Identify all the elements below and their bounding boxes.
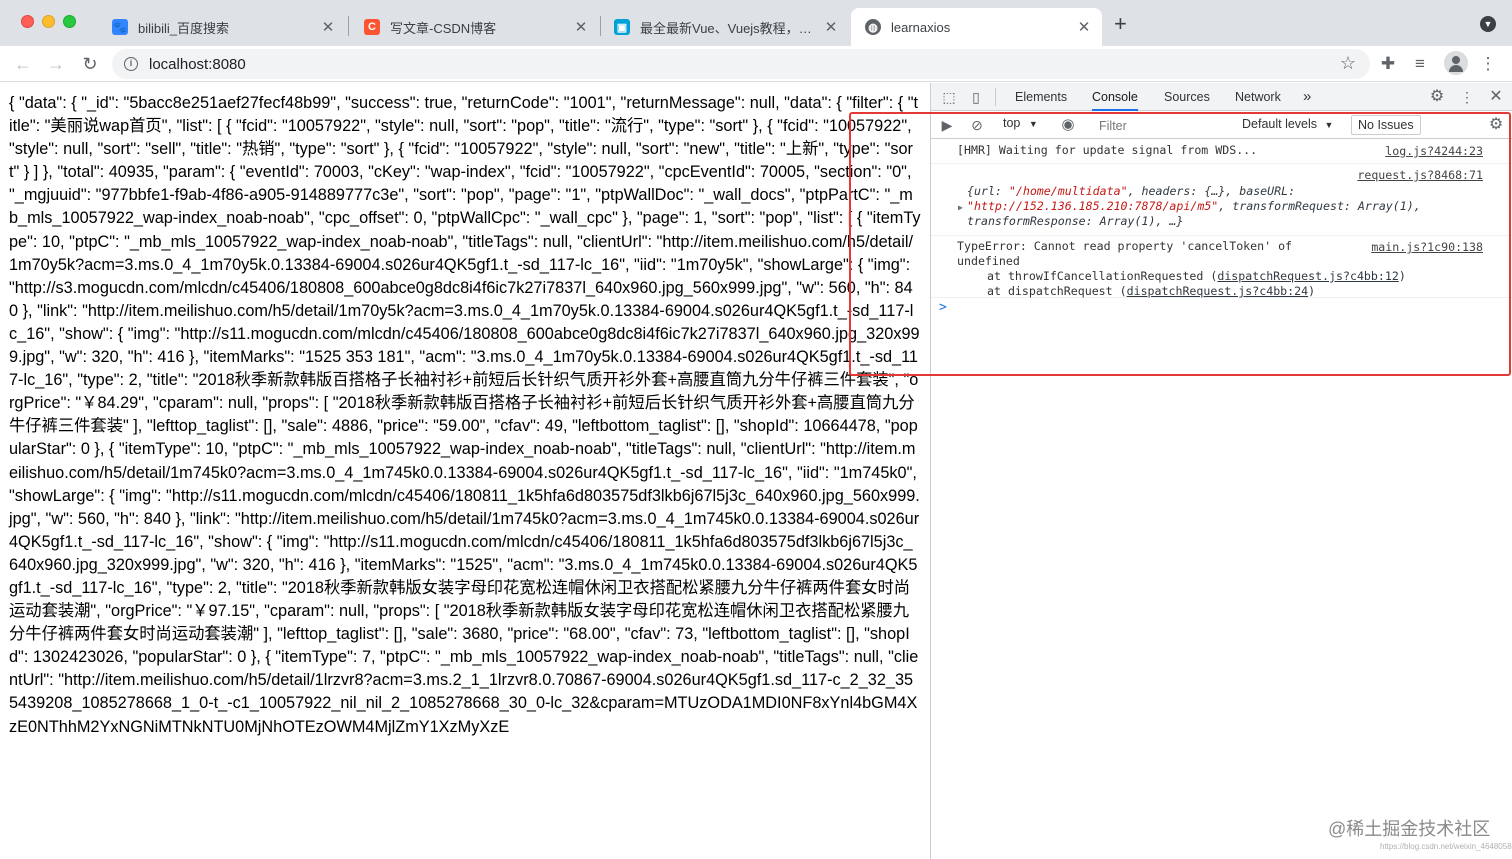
watermark-text: @稀土掘金技术社区 (1328, 819, 1491, 839)
stack-frame-text: at throwIfCancellationRequested ( (987, 269, 1218, 283)
tab-elements[interactable]: Elements (1015, 83, 1067, 111)
stack-frame-text: at dispatchRequest ( (987, 284, 1127, 298)
tab-console[interactable]: Console (1092, 83, 1138, 111)
stack-frame-2: at dispatchRequest (dispatchRequest.js?c… (987, 284, 1315, 299)
close-icon[interactable]: ✕ (320, 18, 336, 36)
watermark-subtext: https://blog.csdn.net/weixin_46480580 (1380, 842, 1512, 851)
console-toolbar: ▶ ⊘ top ▼ ◉ Default levels ▼ No Issues ⚙ (931, 112, 1512, 139)
tab-sources[interactable]: Sources (1164, 83, 1210, 111)
address-bar[interactable]: i localhost:8080 ☆ (112, 49, 1370, 79)
stack-close-paren: ) (1308, 284, 1316, 298)
console-object-preview[interactable]: {url: "/home/multidata", headers: {…}, b… (967, 184, 1421, 228)
tab-search-icon[interactable]: ▼ (1480, 16, 1496, 32)
csdn-icon: C (364, 19, 380, 35)
devtools-panel: ⬚ ▯ Elements Console Sources Network » ⚙… (930, 83, 1512, 859)
browser-tab-strip: 🐾 bilibili_百度搜索 ✕ C 写文章-CSDN博客 ✕ ▣ 最全最新V… (0, 0, 1512, 46)
profile-avatar[interactable] (1444, 51, 1468, 75)
stack-frame-1: at throwIfCancellationRequested (dispatc… (987, 269, 1406, 284)
tv-icon: ▣ (614, 19, 630, 35)
console-settings-gear-icon[interactable]: ⚙ (1486, 115, 1506, 135)
console-message-request-config: request.js?8468:71 ▶ {url: "/home/multid… (931, 164, 1512, 236)
stack-frame-link[interactable]: dispatchRequest.js?c4bb:12 (1217, 269, 1398, 283)
console-prompt[interactable]: > (931, 298, 1512, 315)
tab-network[interactable]: Network (1235, 83, 1281, 111)
context-select[interactable]: top ▼ (1003, 116, 1038, 130)
forward-arrow-icon[interactable]: → (44, 52, 68, 76)
gear-icon[interactable]: ⚙ (1427, 87, 1447, 107)
tab-title: 写文章-CSDN博客 (390, 20, 497, 36)
url-text[interactable]: localhost:8080 (149, 56, 246, 73)
object-open: {url: (967, 184, 1009, 198)
chevron-down-icon: ▼ (1324, 120, 1334, 130)
close-icon[interactable]: ✕ (1076, 18, 1092, 36)
object-url-value: "/home/multidata" (1008, 184, 1128, 198)
browser-tab-baidu[interactable]: 🐾 bilibili_百度搜索 ✕ (98, 8, 346, 46)
reading-list-icon[interactable]: ≡ (1408, 52, 1432, 76)
back-arrow-icon[interactable]: ← (11, 52, 35, 76)
log-levels-value: Default levels (1242, 117, 1318, 131)
new-tab-button[interactable]: + (1114, 13, 1127, 35)
object-baseurl-value: "http://152.136.185.210:7878/api/m5" (967, 199, 1219, 213)
issues-button[interactable]: No Issues (1351, 115, 1421, 135)
tab-title: 最全最新Vue、Vuejs教程，从入门到精通 (640, 20, 823, 36)
json-response-text: { "data": { "_id": "5bacc8e251aef27fecf4… (9, 94, 922, 736)
paw-icon: 🐾 (112, 19, 128, 35)
console-source-link[interactable]: request.js?8468:71 (1357, 168, 1483, 183)
console-filter-input[interactable] (1093, 115, 1233, 136)
stack-frame-link[interactable]: dispatchRequest.js?c4bb:24 (1127, 284, 1308, 298)
extensions-puzzle-icon[interactable]: ✚ (1376, 52, 1400, 76)
browser-tab-bilibili[interactable]: ▣ 最全最新Vue、Vuejs教程，从入门到精通 ✕ (600, 8, 849, 46)
browser-toolbar: ← → ↻ i localhost:8080 ☆ ✚ ≡ ⋮ (0, 46, 1512, 82)
console-messages: [HMR] Waiting for update signal from WDS… (931, 140, 1512, 315)
context-value: top (1003, 116, 1021, 130)
close-icon[interactable]: ✕ (573, 18, 589, 36)
inspect-element-icon[interactable]: ⬚ (939, 87, 959, 107)
page-content: { "data": { "_id": "5bacc8e251aef27fecf4… (0, 83, 930, 859)
window-zoom-button[interactable] (63, 15, 76, 28)
info-icon[interactable]: i (124, 57, 138, 71)
browser-tab-learnaxios[interactable]: ◍ learnaxios ✕ (851, 8, 1102, 46)
devtools-menu-icon[interactable]: ⋮ (1457, 87, 1477, 107)
browser-tab-csdn[interactable]: C 写文章-CSDN博客 ✕ (350, 8, 599, 46)
console-message-error: TypeError: Cannot read property 'cancelT… (931, 236, 1512, 298)
object-middle: , headers: {…}, baseURL: (1127, 184, 1296, 198)
tab-title: bilibili_百度搜索 (138, 20, 230, 36)
eye-icon[interactable]: ◉ (1058, 115, 1078, 135)
close-icon[interactable]: ✕ (1486, 87, 1506, 107)
tab-title: learnaxios (891, 19, 951, 35)
stack-close-paren: ) (1398, 269, 1406, 283)
window-minimize-button[interactable] (42, 15, 55, 28)
reload-icon[interactable]: ↻ (78, 52, 102, 76)
expand-triangle-icon[interactable]: ▶ (958, 200, 963, 215)
tab-divider (348, 16, 349, 36)
console-message-hmr: [HMR] Waiting for update signal from WDS… (931, 140, 1512, 164)
console-source-link[interactable]: main.js?1c90:138 (1371, 240, 1483, 255)
console-message-text: [HMR] Waiting for update signal from WDS… (957, 143, 1258, 157)
browser-menu-icon[interactable]: ⋮ (1476, 52, 1500, 76)
more-tabs-button[interactable]: » (1303, 83, 1311, 111)
console-source-link[interactable]: log.js?4244:23 (1385, 144, 1483, 159)
device-toggle-icon[interactable]: ▯ (966, 87, 986, 107)
chevron-down-icon: ▼ (1028, 119, 1038, 129)
toolbar-divider (995, 88, 996, 106)
sidebar-toggle-icon[interactable]: ▶ (937, 115, 957, 135)
bookmark-star-icon[interactable]: ☆ (1340, 53, 1356, 74)
log-levels-select[interactable]: Default levels ▼ (1242, 117, 1333, 131)
devtools-tab-bar: ⬚ ▯ Elements Console Sources Network » ⚙… (931, 83, 1512, 111)
globe-icon: ◍ (865, 19, 881, 35)
console-error-text: TypeError: Cannot read property 'cancelT… (957, 239, 1293, 268)
close-icon[interactable]: ✕ (823, 18, 839, 36)
clear-console-icon[interactable]: ⊘ (967, 115, 987, 135)
window-close-button[interactable] (21, 15, 34, 28)
